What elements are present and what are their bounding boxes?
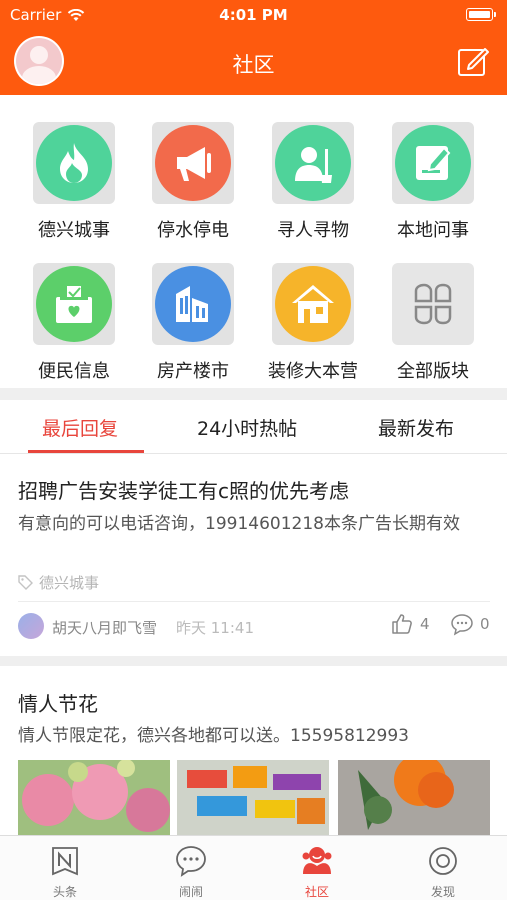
donation-box-icon: [56, 284, 92, 323]
nav-community[interactable]: 社区: [272, 844, 362, 900]
discover-icon: [429, 847, 457, 875]
compose-icon[interactable]: [457, 45, 489, 77]
nav-discover[interactable]: 发现: [398, 844, 488, 900]
category-label: 房产楼市: [157, 361, 229, 382]
flame-icon: [60, 143, 88, 183]
post-photo[interactable]: [18, 760, 170, 836]
post-title[interactable]: 情人节花: [18, 688, 98, 717]
author-name[interactable]: 胡天八月即飞雪: [52, 617, 157, 638]
category-label: 本地问事: [397, 220, 469, 241]
nav-label: 头条: [52, 885, 77, 899]
post-title[interactable]: 招聘广告安装学徒工有c照的优先考虑: [18, 475, 349, 504]
nav-label: 闹闹: [178, 885, 203, 899]
tab-latest-reply[interactable]: 最后回复: [42, 414, 118, 441]
post-body: 情人节限定花，德兴各地都可以送。15595812993: [18, 726, 409, 746]
nav-headlines[interactable]: 头条: [20, 844, 110, 900]
category-local-news[interactable]: 德兴城事: [14, 122, 134, 242]
note-edit-icon: [416, 146, 451, 180]
app-header: Carrier 4:01 PM 社区: [0, 0, 507, 95]
category-real-estate[interactable]: 房产楼市: [133, 263, 253, 383]
nav-label: 发现: [430, 885, 455, 899]
post-time: 昨天 11:41: [176, 619, 254, 637]
like-button[interactable]: 4: [390, 612, 430, 636]
house-icon: [292, 285, 334, 323]
megaphone-icon: [177, 147, 211, 181]
thumbs-up-icon: [392, 614, 412, 634]
divider: [18, 601, 490, 602]
news-icon: [52, 847, 78, 876]
page-title: 社区: [232, 53, 275, 77]
community-icon: [302, 847, 332, 874]
buildings-icon: [176, 286, 208, 322]
category-utilities[interactable]: 停水停电: [133, 122, 253, 242]
comment-icon: [451, 614, 473, 636]
status-bar: Carrier 4:01 PM: [0, 0, 507, 30]
grid-four-icon: [414, 283, 452, 325]
category-label: 全部版块: [397, 361, 469, 382]
post-tabs: 最后回复 24小时热帖 最新发布: [0, 400, 507, 454]
post-tag-label: 德兴城事: [39, 574, 100, 592]
post-photo[interactable]: [177, 760, 329, 836]
nav-label: 社区: [304, 885, 329, 899]
battery-icon: [466, 8, 496, 21]
tab-newest[interactable]: 最新发布: [378, 414, 454, 441]
person-search-icon: [295, 147, 332, 183]
post-body: 有意向的可以电话咨询，19914601218本条广告长期有效: [18, 514, 460, 534]
active-tab-indicator: [28, 450, 144, 453]
tab-24h-hot[interactable]: 24小时热帖: [197, 414, 297, 441]
category-lost-found[interactable]: 寻人寻物: [253, 122, 373, 242]
category-grid: 德兴城事 停水停电 寻人寻物 本地问事 便民信息 房产楼市 装修大本营 全部版块: [0, 95, 507, 387]
category-label: 装修大本营: [268, 361, 358, 382]
category-decoration[interactable]: 装修大本营: [253, 263, 373, 383]
like-count: 4: [420, 615, 430, 633]
comment-count: 0: [480, 615, 490, 633]
category-label: 德兴城事: [38, 220, 110, 241]
status-time: 4:01 PM: [219, 6, 288, 24]
category-local-qa[interactable]: 本地问事: [373, 122, 493, 242]
post-meta: 胡天八月即飞雪 昨天 11:41 4 0: [18, 612, 490, 640]
bottom-nav: 头条 闹闹 社区 发现: [0, 835, 507, 900]
post-photo[interactable]: [338, 760, 490, 836]
section-divider: [0, 656, 507, 666]
category-label: 便民信息: [38, 361, 110, 382]
post-tag[interactable]: 德兴城事: [18, 572, 99, 593]
chat-bubble-icon: [176, 846, 206, 877]
tag-icon: [18, 575, 33, 590]
category-label: 寻人寻物: [277, 220, 349, 241]
comment-button[interactable]: 0: [450, 612, 490, 636]
category-convenience[interactable]: 便民信息: [14, 263, 134, 383]
section-divider: [0, 388, 507, 400]
nav-chat[interactable]: 闹闹: [146, 844, 236, 900]
category-label: 停水停电: [157, 220, 229, 241]
category-all-sections[interactable]: 全部版块: [373, 263, 493, 383]
author-avatar[interactable]: [18, 613, 44, 639]
